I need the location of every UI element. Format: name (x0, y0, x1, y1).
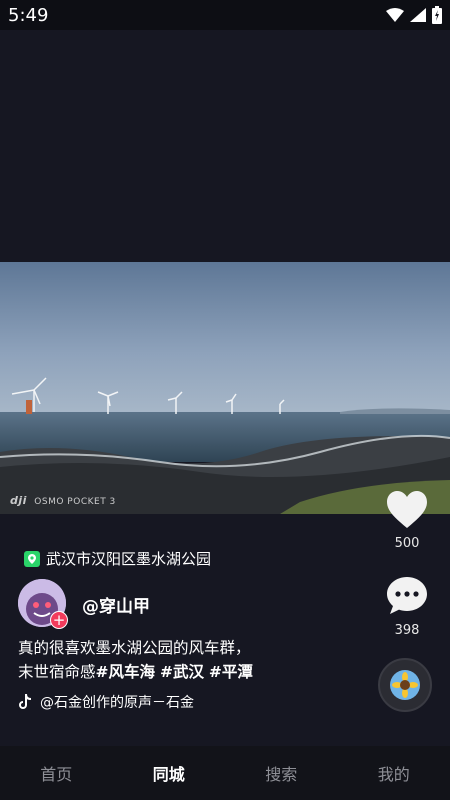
hashtag[interactable]: #平潭 (209, 663, 253, 681)
video-frame[interactable] (0, 262, 450, 514)
comment-icon (387, 577, 427, 614)
tiktok-note-icon (19, 694, 31, 709)
watermark-model: OSMO POCKET 3 (34, 497, 116, 507)
heart-icon (387, 491, 427, 528)
like-button[interactable]: 500 (380, 490, 434, 551)
sunflower-icon (390, 670, 420, 700)
caption-line-2: 末世宿命感#风车海 #武汉 #平潭 (18, 660, 358, 684)
comment-button[interactable]: 398 (380, 575, 434, 638)
video-image (0, 262, 450, 514)
nav-search[interactable]: 搜索 (265, 761, 297, 785)
music-disc[interactable] (378, 658, 432, 712)
video-caption: 真的很喜欢墨水湖公园的风车群， 末世宿命感#风车海 #武汉 #平潭 (18, 636, 358, 684)
location-text: 武汉市汉阳区墨水湖公园 (46, 550, 212, 568)
author-name[interactable]: @穿山甲 (82, 592, 150, 617)
comment-count: 398 (394, 623, 420, 638)
status-icons (386, 5, 442, 25)
music-info[interactable]: @石金创作的原声－石金 (18, 692, 194, 712)
battery-icon (432, 6, 442, 24)
bottom-nav: 首页 同城 搜索 我的 (0, 746, 450, 800)
status-bar: 5:49 (0, 0, 450, 30)
location-pin-icon (24, 550, 40, 567)
wifi-icon (386, 8, 404, 22)
nav-profile[interactable]: 我的 (378, 761, 410, 785)
nav-home[interactable]: 首页 (40, 761, 72, 785)
follow-button[interactable]: + (50, 611, 68, 629)
caption-line-1: 真的很喜欢墨水湖公园的风车群， (18, 639, 251, 657)
location-tag[interactable]: 武汉市汉阳区墨水湖公园 (24, 548, 211, 569)
music-text: @石金创作的原声－石金 (40, 695, 194, 711)
watermark-brand: dji (10, 494, 27, 507)
video-watermark: dji OSMO POCKET 3 (10, 494, 116, 507)
status-time: 5:49 (8, 5, 49, 26)
signal-icon (410, 8, 426, 22)
caption-text: 末世宿命感 (18, 663, 96, 681)
hashtag[interactable]: #武汉 (160, 663, 204, 681)
nav-nearby[interactable]: 同城 (153, 761, 185, 785)
like-count: 500 (394, 536, 420, 551)
hashtag[interactable]: #风车海 (96, 663, 156, 681)
